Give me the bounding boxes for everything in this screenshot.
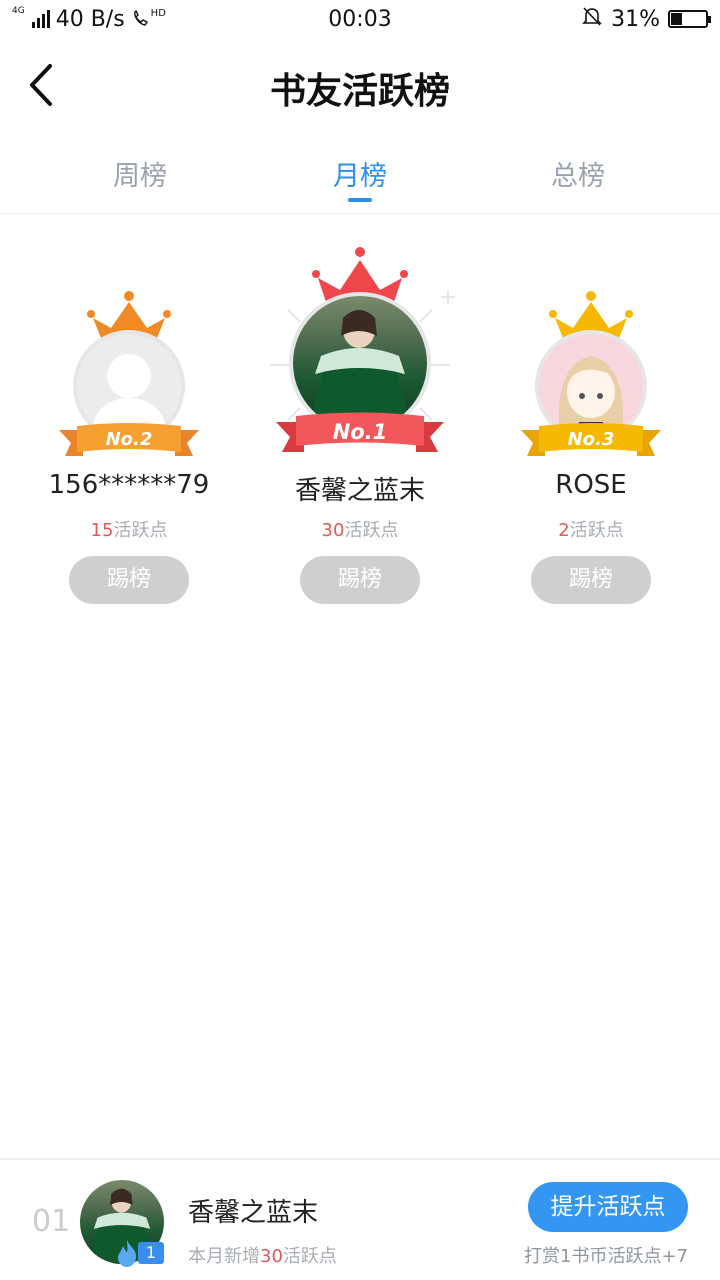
mute-bell-icon [581, 5, 603, 33]
tab-total[interactable]: 总榜 [498, 154, 658, 193]
rank-label: No.2 [106, 429, 153, 450]
rank-ribbon-1: No.1 [276, 412, 444, 452]
rank-ribbon-2: No.2 [59, 423, 199, 456]
tab-weekly[interactable]: 周榜 [60, 154, 220, 193]
points-value: 2 [558, 520, 570, 541]
rank-label: No.3 [568, 429, 615, 450]
clock: 00:03 [328, 6, 392, 32]
user-name: 香馨之蓝末 [294, 476, 425, 506]
battery-percent: 31% [611, 6, 660, 32]
my-rank-number: 01 [32, 1204, 71, 1239]
points-value: 15 [90, 520, 114, 541]
kick-button[interactable]: 踢榜 [69, 556, 189, 604]
level-badge: 1 [138, 1242, 164, 1264]
podium-rank-1: No.1 香馨之蓝末 30活跃点 踢榜 [240, 230, 480, 610]
header: 书友活跃榜 [0, 44, 720, 130]
monthly-points: 本月新增30活跃点 [188, 1242, 337, 1268]
network-type: 4G [12, 5, 25, 16]
tab-indicator [348, 198, 372, 202]
volte-icon: HD [131, 9, 166, 29]
stat-prefix: 本月新增 [188, 1246, 260, 1267]
rank-label: No.1 [333, 420, 388, 444]
boost-points-button[interactable]: 提升活跃点 [528, 1182, 688, 1232]
podium-rank-2: No.2 156******79 15活跃点 踢榜 [9, 230, 249, 610]
battery-fill [671, 13, 682, 25]
points-suffix: 活跃点 [569, 520, 624, 541]
user-name: 156******79 [48, 470, 210, 500]
tab-bar: 周榜 月榜 总榜 [0, 140, 720, 214]
points: 30活跃点 [240, 516, 480, 542]
rank-ribbon-3: No.3 [521, 423, 661, 456]
points-suffix: 活跃点 [113, 520, 168, 541]
battery-icon [668, 10, 711, 28]
points-value: 30 [321, 520, 345, 541]
points: 15活跃点 [9, 516, 249, 542]
kick-button[interactable]: 踢榜 [300, 556, 420, 604]
signal-icon [31, 10, 50, 28]
status-bar: 4G 40 B/s HD 00:03 31% [0, 0, 720, 38]
reward-note: 打赏1书币活跃点+7 [524, 1246, 688, 1267]
hd-label: HD [150, 8, 166, 19]
page-title: 书友活跃榜 [269, 70, 450, 112]
points-suffix: 活跃点 [344, 520, 399, 541]
tab-monthly[interactable]: 月榜 [280, 154, 440, 193]
stat-value: 30 [260, 1246, 283, 1267]
my-name: 香馨之蓝末 [188, 1198, 319, 1228]
stat-suffix: 活跃点 [282, 1246, 337, 1267]
kick-button[interactable]: 踢榜 [531, 556, 651, 604]
user-name: ROSE [555, 470, 627, 500]
podium-rank-3: No.3 ROSE 2活跃点 踢榜 [471, 230, 711, 610]
my-rank-bar: 01 1 香馨之蓝末 本月新增30活跃点 提升活跃点 打赏1书币活跃点+7 [0, 1158, 720, 1280]
flame-icon [118, 1240, 137, 1267]
points: 2活跃点 [471, 516, 711, 542]
network-speed: 40 B/s [55, 6, 125, 32]
photo-avatar [309, 310, 411, 430]
